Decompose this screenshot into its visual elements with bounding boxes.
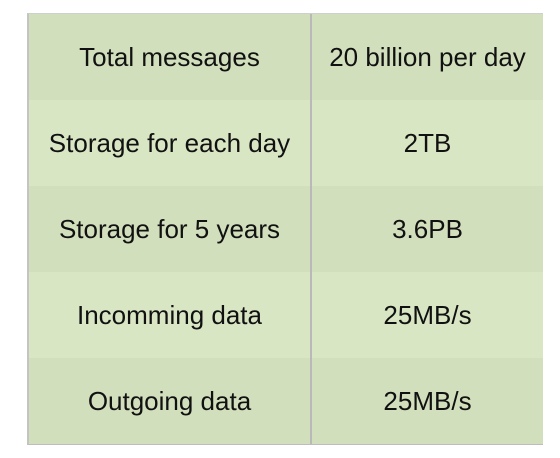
row-value: 25MB/s (383, 385, 472, 416)
row-label: Total messages (29, 14, 312, 100)
row-value: 20 billion per day (329, 41, 526, 72)
table-row: Incomming data 25MB/s (29, 272, 543, 358)
table-row: Storage for each day 2TB (29, 100, 543, 186)
table-row: Outgoing data 25MB/s (29, 358, 543, 444)
row-value: 25MB/s (383, 299, 472, 330)
row-label: Incomming data (29, 272, 312, 358)
table-row: Total messages 20 billion per day (29, 14, 543, 100)
row-value: 2TB (403, 127, 452, 158)
row-label: Storage for each day (29, 100, 312, 186)
row-label: Outgoing data (29, 358, 312, 444)
estimates-table: Total messages 20 billion per day Storag… (27, 13, 543, 445)
table-row: Storage for 5 years 3.6PB (29, 186, 543, 272)
row-label: Storage for 5 years (29, 186, 312, 272)
row-value: 3.6PB (392, 213, 463, 244)
